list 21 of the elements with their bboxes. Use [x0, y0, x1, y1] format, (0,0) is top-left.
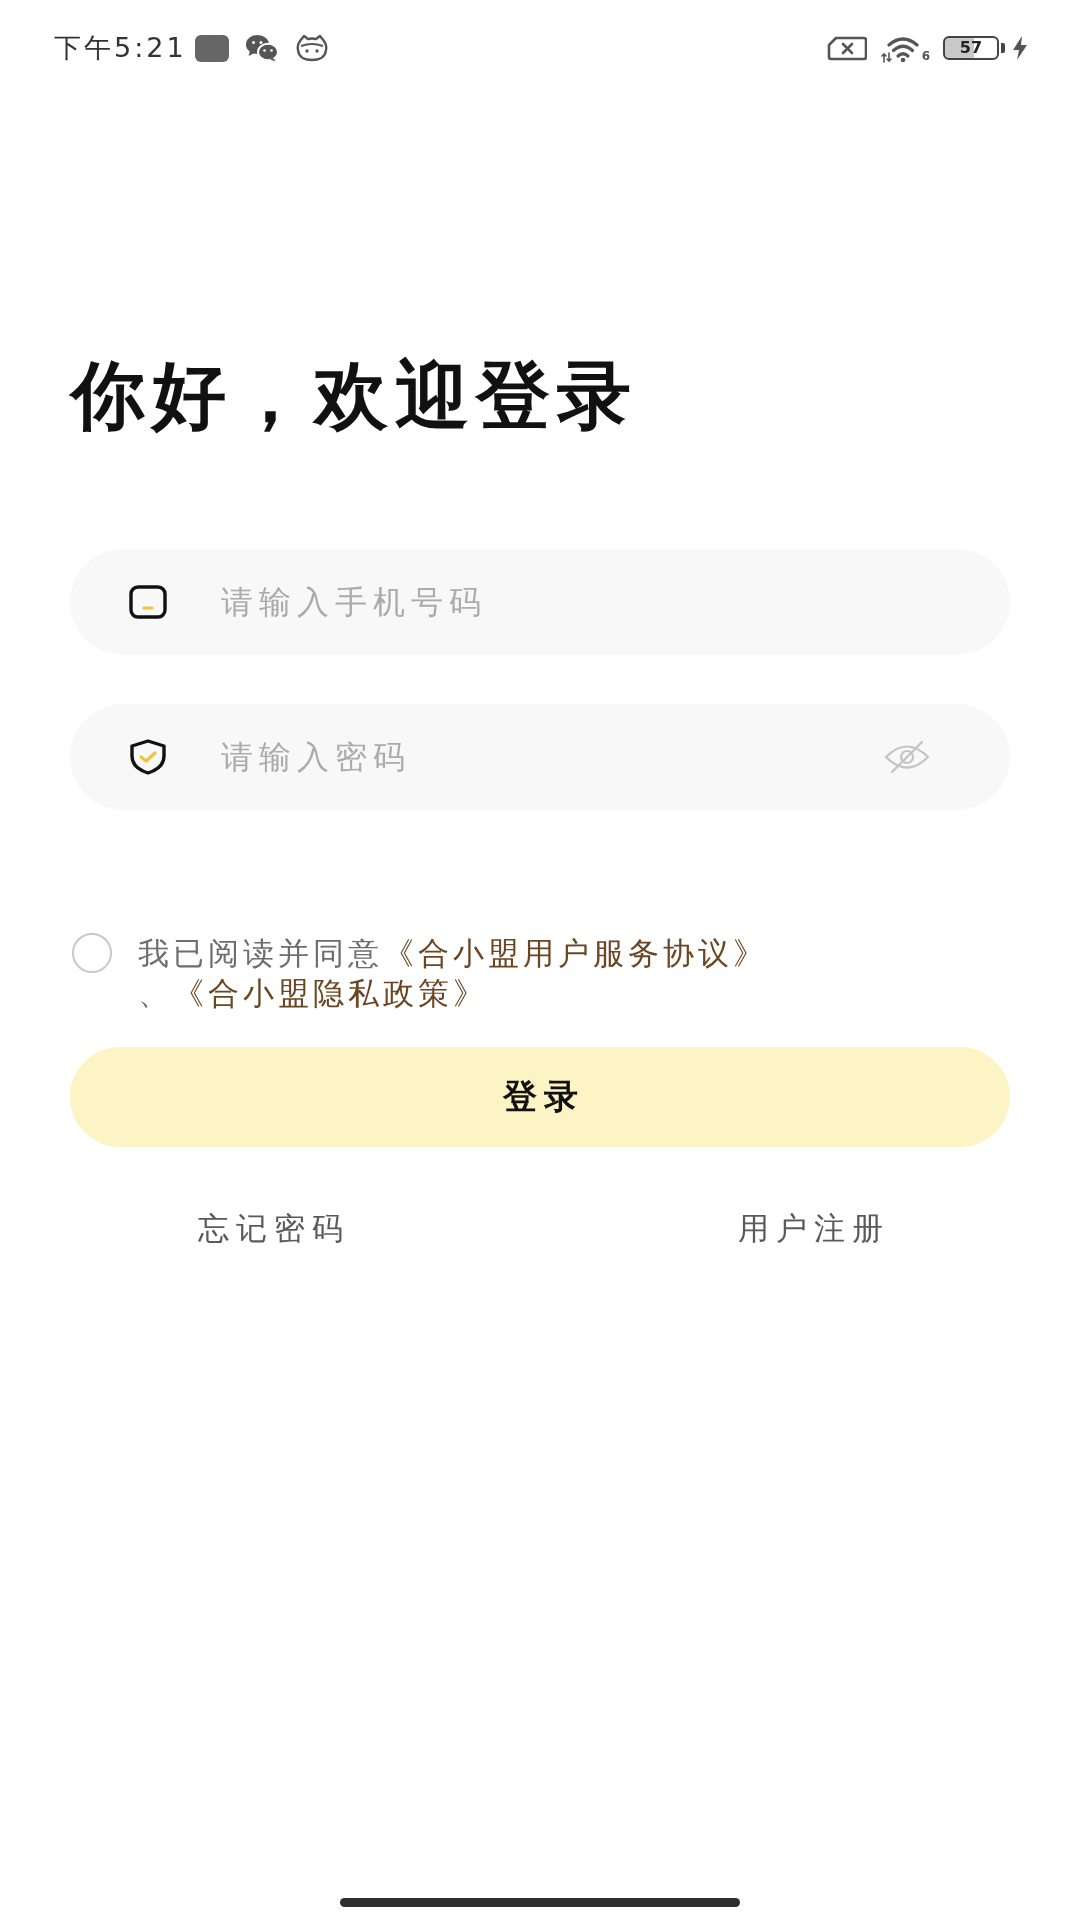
phone-input-field[interactable]: 请输入手机号码 [70, 549, 1010, 655]
status-time: 下午5:21 [54, 32, 187, 64]
cat-face-icon [295, 34, 328, 62]
agreement-text: 我已阅读并同意《合小盟用户服务协议》 、《合小盟隐私政策》 [138, 934, 769, 1013]
battery-indicator: 57 [943, 36, 1005, 60]
chat-bubbles-icon [244, 34, 279, 62]
login-button[interactable]: 登录 [70, 1047, 1010, 1147]
wifi-generation-label: 6 [921, 50, 930, 63]
password-input-field[interactable]: 请输入密码 [70, 704, 1010, 810]
home-indicator[interactable] [340, 1898, 740, 1907]
shield-check-icon [129, 739, 167, 775]
agreement-checkbox[interactable] [72, 933, 112, 973]
forgot-password-link[interactable]: 忘记密码 [190, 1206, 350, 1250]
agreement-link[interactable]: 《合小盟用户服务协议》 [383, 935, 768, 971]
app-notification-icon [194, 34, 229, 62]
no-sim-icon [826, 35, 867, 61]
welcome-heading: 你好，欢迎登录 [71, 353, 638, 437]
phone-icon [129, 585, 167, 619]
eye-slash-icon[interactable] [883, 740, 931, 774]
agreement-link[interactable]: 《合小盟隐私政策》 [173, 975, 488, 1011]
register-link[interactable]: 用户注册 [730, 1206, 890, 1250]
